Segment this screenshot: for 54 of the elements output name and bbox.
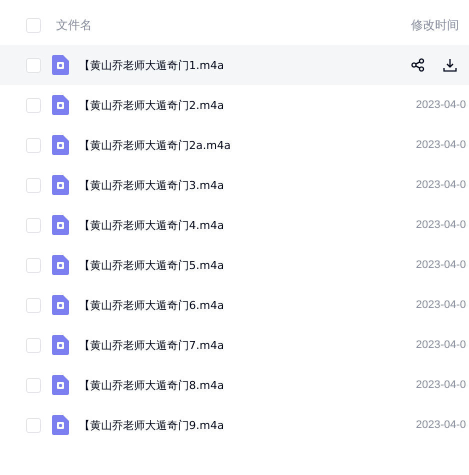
select-all-checkbox[interactable]	[26, 18, 41, 32]
file-name[interactable]: 【黄山乔老师大遁奇门3.m4a	[79, 178, 416, 192]
file-row[interactable]: 【黄山乔老师大遁奇门9.m4a 2023-04-0	[0, 405, 469, 445]
file-row[interactable]: 【黄山乔老师大遁奇门5.m4a 2023-04-0	[0, 245, 469, 285]
file-name[interactable]: 【黄山乔老师大遁奇门2a.m4a	[79, 138, 416, 152]
row-checkbox[interactable]	[26, 378, 41, 392]
file-name[interactable]: 【黄山乔老师大遁奇门8.m4a	[79, 378, 416, 392]
modified-date: 2023-04-0	[416, 139, 466, 151]
audio-file-icon	[52, 295, 69, 315]
modified-date: 2023-04-0	[416, 379, 466, 391]
share-icon[interactable]	[411, 58, 425, 72]
file-name[interactable]: 【黄山乔老师大遁奇门4.m4a	[79, 218, 416, 232]
row-checkbox[interactable]	[26, 138, 41, 152]
modified-date: 2023-04-0	[416, 419, 466, 431]
row-checkbox[interactable]	[26, 218, 41, 232]
download-icon[interactable]	[443, 58, 457, 72]
file-row[interactable]: 【黄山乔老师大遁奇门3.m4a 2023-04-0	[0, 165, 469, 205]
modified-date: 2023-04-0	[416, 179, 466, 191]
audio-file-icon	[52, 335, 69, 355]
file-name[interactable]: 【黄山乔老师大遁奇门2.m4a	[79, 98, 416, 112]
audio-file-icon	[52, 215, 69, 235]
audio-file-icon	[52, 255, 69, 275]
audio-file-icon	[52, 55, 69, 75]
modified-date: 2023-04-0	[416, 299, 466, 311]
modified-date: 2023-04-0	[416, 339, 466, 351]
modified-date: 2023-04-0	[416, 99, 466, 111]
file-row[interactable]: 【黄山乔老师大遁奇门4.m4a 2023-04-0	[0, 205, 469, 245]
file-row[interactable]: 【黄山乔老师大遁奇门7.m4a 2023-04-0	[0, 325, 469, 365]
audio-file-icon	[52, 415, 69, 435]
file-row[interactable]: 【黄山乔老师大遁奇门1.m4a	[0, 45, 469, 85]
row-checkbox[interactable]	[26, 298, 41, 312]
file-name[interactable]: 【黄山乔老师大遁奇门9.m4a	[79, 418, 416, 432]
name-column-header: 文件名	[56, 16, 93, 34]
row-checkbox[interactable]	[26, 258, 41, 272]
time-column-header: 修改时间	[411, 16, 460, 34]
file-row[interactable]: 【黄山乔老师大遁奇门6.m4a 2023-04-0	[0, 285, 469, 325]
file-name[interactable]: 【黄山乔老师大遁奇门1.m4a	[79, 58, 411, 72]
file-name[interactable]: 【黄山乔老师大遁奇门5.m4a	[79, 258, 416, 272]
row-checkbox[interactable]	[26, 58, 41, 72]
file-name[interactable]: 【黄山乔老师大遁奇门6.m4a	[79, 298, 416, 312]
file-row[interactable]: 【黄山乔老师大遁奇门8.m4a 2023-04-0	[0, 365, 469, 405]
row-checkbox[interactable]	[26, 338, 41, 352]
row-checkbox[interactable]	[26, 418, 41, 432]
file-row[interactable]: 【黄山乔老师大遁奇门2a.m4a 2023-04-0	[0, 125, 469, 165]
audio-file-icon	[52, 95, 69, 115]
modified-date: 2023-04-0	[416, 219, 466, 231]
row-checkbox[interactable]	[26, 98, 41, 112]
audio-file-icon	[52, 135, 69, 155]
row-checkbox[interactable]	[26, 178, 41, 192]
file-row[interactable]: 【黄山乔老师大遁奇门2.m4a 2023-04-0	[0, 85, 469, 125]
modified-date: 2023-04-0	[416, 259, 466, 271]
file-name[interactable]: 【黄山乔老师大遁奇门7.m4a	[79, 338, 416, 352]
audio-file-icon	[52, 375, 69, 395]
audio-file-icon	[52, 175, 69, 195]
